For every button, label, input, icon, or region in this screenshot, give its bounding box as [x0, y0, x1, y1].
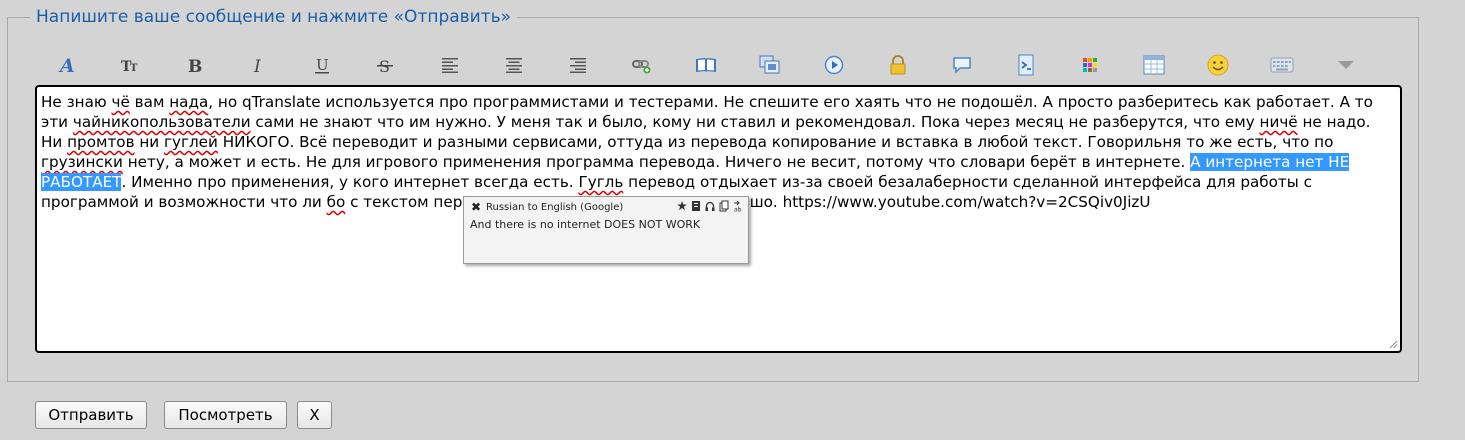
- misspelled-word: Гугль: [578, 173, 624, 191]
- popup-title: Russian to English (Google): [486, 201, 624, 213]
- message-text: Не знаю чё вам нада, но qTranslate испол…: [41, 93, 1373, 211]
- font-family-icon[interactable]: A: [53, 51, 81, 79]
- dictionary-icon[interactable]: [691, 200, 701, 212]
- keyboard-icon[interactable]: [1268, 51, 1296, 79]
- form-legend: Напишите ваше сообщение и нажмите «Отпра…: [30, 7, 518, 27]
- misspelled-word: гуглей: [164, 133, 218, 151]
- italic-icon[interactable]: I: [244, 51, 272, 79]
- table-icon[interactable]: [1140, 51, 1168, 79]
- misspelled-word: чайникопользователи: [72, 113, 251, 131]
- book-icon[interactable]: [692, 51, 720, 79]
- close-icon[interactable]: ✖: [470, 200, 482, 214]
- more-dropdown-icon[interactable]: [1332, 51, 1360, 79]
- svg-text:B: B: [188, 57, 202, 75]
- copy-icon[interactable]: [719, 200, 729, 212]
- align-right-icon[interactable]: [564, 51, 592, 79]
- misspelled-word: ничё: [1259, 113, 1298, 131]
- media-play-icon[interactable]: [820, 51, 848, 79]
- replace-text-icon[interactable]: ab: [733, 200, 743, 214]
- bold-icon[interactable]: B: [180, 51, 208, 79]
- underline-icon[interactable]: U: [308, 51, 336, 79]
- link-icon[interactable]: [628, 51, 656, 79]
- smiley-icon[interactable]: [1204, 51, 1232, 79]
- resize-handle[interactable]: [1389, 340, 1398, 349]
- svg-text:A: A: [58, 55, 75, 75]
- submit-button[interactable]: Отправить: [35, 401, 147, 429]
- svg-text:T: T: [130, 63, 138, 74]
- star-icon[interactable]: [677, 200, 687, 212]
- strikethrough-icon[interactable]: S: [371, 51, 399, 79]
- svg-text:U: U: [316, 56, 329, 74]
- svg-text:ab: ab: [734, 207, 742, 213]
- image-icon[interactable]: [756, 51, 784, 79]
- preview-button[interactable]: Посмотреть: [164, 401, 287, 429]
- svg-text:I: I: [253, 57, 261, 75]
- align-left-icon[interactable]: [436, 51, 464, 79]
- editor-toolbar: A TT B I U S: [40, 51, 1410, 77]
- speech-bubble-icon[interactable]: [948, 51, 976, 79]
- misspelled-word: нада: [169, 93, 209, 111]
- code-icon[interactable]: [1012, 51, 1040, 79]
- lock-icon[interactable]: [884, 51, 912, 79]
- color-palette-icon[interactable]: [1076, 51, 1104, 79]
- popup-header: ✖ Russian to English (Google) ab: [464, 197, 748, 217]
- misspelled-word: чё: [111, 93, 130, 111]
- misspelled-word: бо: [326, 193, 346, 211]
- font-size-icon[interactable]: TT: [116, 51, 144, 79]
- translation-text: And there is no internet DOES NOT WORK: [470, 218, 701, 231]
- translation-popup: ✖ Russian to English (Google) ab And the…: [463, 196, 749, 264]
- misspelled-word: грузински: [41, 153, 123, 171]
- headphones-icon[interactable]: [705, 200, 715, 212]
- cancel-button[interactable]: X: [297, 401, 332, 429]
- misspelled-word: промтов: [67, 133, 135, 151]
- align-center-icon[interactable]: [500, 51, 528, 79]
